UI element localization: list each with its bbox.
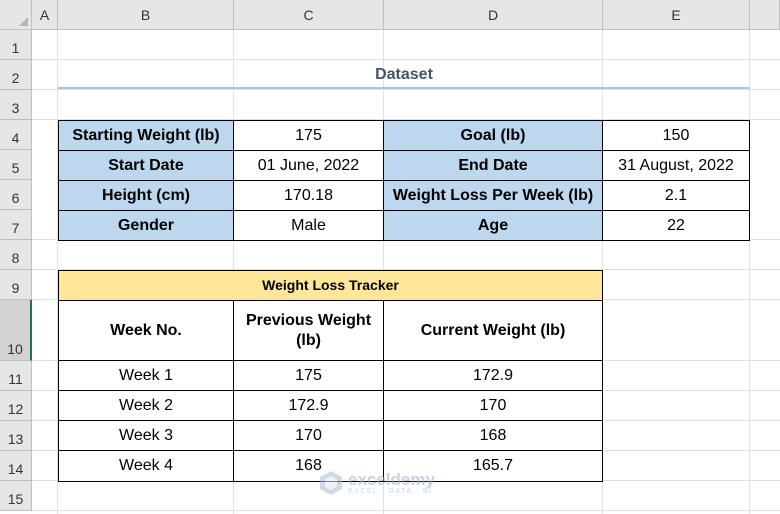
exceldemy-logo-icon bbox=[320, 471, 342, 495]
row-header-1[interactable]: 1 bbox=[0, 30, 32, 60]
current-weight-cell[interactable]: 168 bbox=[383, 420, 603, 451]
gridline bbox=[749, 30, 750, 514]
age-value[interactable]: 22 bbox=[602, 210, 750, 241]
starting-weight-value[interactable]: 175 bbox=[233, 120, 384, 151]
row-header-2[interactable]: 2 bbox=[0, 60, 32, 90]
row-header-15[interactable]: 15 bbox=[0, 481, 32, 511]
row-header-7[interactable]: 7 bbox=[0, 210, 32, 240]
previous-weight-cell[interactable]: 175 bbox=[233, 360, 384, 391]
column-header-f[interactable] bbox=[750, 0, 780, 30]
end-date-value[interactable]: 31 August, 2022 bbox=[602, 150, 750, 181]
title-underline bbox=[58, 87, 750, 89]
gridline bbox=[32, 59, 780, 60]
column-header-a[interactable]: A bbox=[32, 0, 58, 30]
row-header-12[interactable]: 12 bbox=[0, 391, 32, 421]
previous-weight-cell[interactable]: 172.9 bbox=[233, 390, 384, 421]
column-header-b[interactable]: B bbox=[58, 0, 234, 30]
header-week-no[interactable]: Week No. bbox=[58, 300, 234, 361]
header-current-weight[interactable]: Current Weight (lb) bbox=[383, 300, 603, 361]
age-label[interactable]: Age bbox=[383, 210, 603, 241]
start-date-value[interactable]: 01 June, 2022 bbox=[233, 150, 384, 181]
height-value[interactable]: 170.18 bbox=[233, 180, 384, 211]
start-date-label[interactable]: Start Date bbox=[58, 150, 234, 181]
watermark-name: exceldemy bbox=[348, 469, 435, 489]
tracker-title[interactable]: Weight Loss Tracker bbox=[58, 270, 603, 301]
header-previous-weight[interactable]: Previous Weight (lb) bbox=[233, 300, 384, 361]
row-header-8[interactable]: 8 bbox=[0, 240, 32, 270]
end-date-label[interactable]: End Date bbox=[383, 150, 603, 181]
row-header-10[interactable]: 10 bbox=[0, 300, 32, 361]
previous-weight-cell[interactable]: 170 bbox=[233, 420, 384, 451]
starting-weight-label[interactable]: Starting Weight (lb) bbox=[58, 120, 234, 151]
column-header-e[interactable]: E bbox=[603, 0, 750, 30]
gender-label[interactable]: Gender bbox=[58, 210, 234, 241]
goal-label[interactable]: Goal (lb) bbox=[383, 120, 603, 151]
row-header-13[interactable]: 13 bbox=[0, 421, 32, 451]
week-cell[interactable]: Week 1 bbox=[58, 360, 234, 391]
row-header-6[interactable]: 6 bbox=[0, 180, 32, 210]
dataset-title[interactable]: Dataset bbox=[58, 62, 750, 88]
watermark-tagline: EXCEL · DATA · BI bbox=[348, 487, 433, 495]
row-header-3[interactable]: 3 bbox=[0, 90, 32, 120]
week-cell[interactable]: Week 3 bbox=[58, 420, 234, 451]
loss-per-week-value[interactable]: 2.1 bbox=[602, 180, 750, 211]
column-header-d[interactable]: D bbox=[384, 0, 603, 30]
gridline bbox=[32, 89, 780, 90]
current-weight-cell[interactable]: 172.9 bbox=[383, 360, 603, 391]
goal-value[interactable]: 150 bbox=[602, 120, 750, 151]
row-header-4[interactable]: 4 bbox=[0, 120, 32, 150]
loss-per-week-label[interactable]: Weight Loss Per Week (lb) bbox=[383, 180, 603, 211]
row-header-9[interactable]: 9 bbox=[0, 270, 32, 300]
week-cell[interactable]: Week 4 bbox=[58, 450, 234, 482]
row-header-5[interactable]: 5 bbox=[0, 150, 32, 180]
row-header-11[interactable]: 11 bbox=[0, 361, 32, 391]
height-label[interactable]: Height (cm) bbox=[58, 180, 234, 211]
select-all-corner[interactable] bbox=[0, 0, 32, 30]
column-header-c[interactable]: C bbox=[234, 0, 384, 30]
gender-value[interactable]: Male bbox=[233, 210, 384, 241]
exceldemy-watermark: exceldemy EXCEL · DATA · BI bbox=[318, 466, 468, 500]
gridline bbox=[32, 510, 780, 511]
row-header-14[interactable]: 14 bbox=[0, 451, 32, 481]
current-weight-cell[interactable]: 170 bbox=[383, 390, 603, 421]
week-cell[interactable]: Week 2 bbox=[58, 390, 234, 421]
